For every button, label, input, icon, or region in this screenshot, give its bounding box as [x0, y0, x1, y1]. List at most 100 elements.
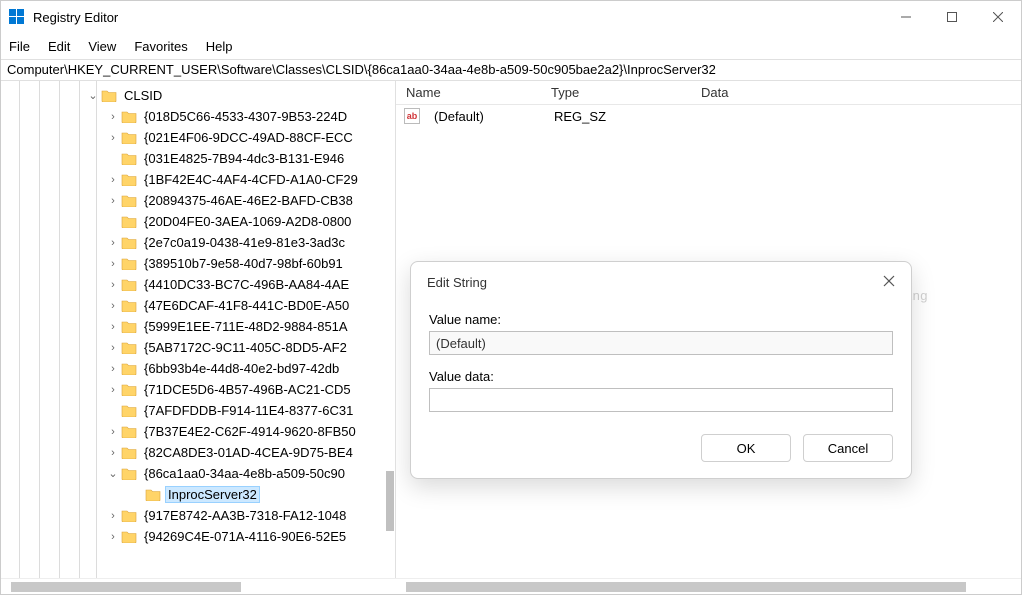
- folder-icon: [121, 362, 137, 375]
- list-cell-name: (Default): [424, 109, 544, 124]
- address-bar[interactable]: Computer\HKEY_CURRENT_USER\Software\Clas…: [1, 59, 1021, 81]
- tree-item[interactable]: ⌄CLSID: [1, 85, 395, 106]
- value-name-input[interactable]: [429, 331, 893, 355]
- folder-icon: [145, 488, 161, 501]
- list-hscroll[interactable]: [396, 579, 1021, 594]
- close-button[interactable]: [975, 1, 1021, 33]
- chevron-right-icon[interactable]: ›: [105, 111, 121, 123]
- tree-item-label: {20D04FE0-3AEA-1069-A2D8-0800: [141, 213, 354, 230]
- tree-item[interactable]: › {94269C4E-071A-4116-90E6-52E5: [1, 526, 395, 547]
- tree-item-label: {6bb93b4e-44d8-40e2-bd97-42db: [141, 360, 342, 377]
- maximize-button[interactable]: [929, 1, 975, 33]
- chevron-right-icon[interactable]: ›: [105, 279, 121, 291]
- chevron-right-icon[interactable]: ›: [105, 510, 121, 522]
- tree-item-label: {018D5C66-4533-4307-9B53-224D: [141, 108, 350, 125]
- chevron-right-icon[interactable]: ›: [105, 195, 121, 207]
- chevron-right-icon[interactable]: ›: [105, 384, 121, 396]
- chevron-right-icon[interactable]: ›: [105, 258, 121, 270]
- tree-item-label: {389510b7-9e58-40d7-98bf-60b91: [141, 255, 346, 272]
- folder-icon: [121, 341, 137, 354]
- tree-item[interactable]: {031E4825-7B94-4dc3-B131-E946: [1, 148, 395, 169]
- tree-item[interactable]: › {6bb93b4e-44d8-40e2-bd97-42db: [1, 358, 395, 379]
- chevron-right-icon[interactable]: ›: [105, 426, 121, 438]
- folder-icon: [121, 257, 137, 270]
- tree-item-label: {71DCE5D6-4B57-496B-AC21-CD5: [141, 381, 354, 398]
- chevron-right-icon[interactable]: ›: [105, 447, 121, 459]
- tree-item[interactable]: ⌄{86ca1aa0-34aa-4e8b-a509-50c90: [1, 463, 395, 484]
- folder-icon: [121, 509, 137, 522]
- folder-icon: [121, 110, 137, 123]
- tree-item[interactable]: › {389510b7-9e58-40d7-98bf-60b91: [1, 253, 395, 274]
- window-title: Registry Editor: [33, 10, 118, 25]
- chevron-right-icon[interactable]: ›: [105, 321, 121, 333]
- dialog-titlebar: Edit String: [411, 262, 911, 302]
- menu-help[interactable]: Help: [206, 39, 233, 54]
- cancel-button[interactable]: Cancel: [803, 434, 893, 462]
- tree-item[interactable]: › {2e7c0a19-0438-41e9-81e3-3ad3c: [1, 232, 395, 253]
- tree-item-label: {94269C4E-071A-4116-90E6-52E5: [141, 528, 349, 545]
- menu-view[interactable]: View: [88, 39, 116, 54]
- tree-pane: ⌄CLSID › {018D5C66-4533-4307-9B53-224D › {02…: [1, 81, 396, 578]
- folder-icon: [121, 236, 137, 249]
- tree-item[interactable]: › {20894375-46AE-46E2-BAFD-CB38: [1, 190, 395, 211]
- tree-item[interactable]: › {018D5C66-4533-4307-9B53-224D: [1, 106, 395, 127]
- chevron-right-icon[interactable]: ›: [105, 363, 121, 375]
- chevron-down-icon[interactable]: ⌄: [85, 89, 101, 102]
- tree-item[interactable]: › {021E4F06-9DCC-49AD-88CF-ECC: [1, 127, 395, 148]
- col-data[interactable]: Data: [691, 85, 1021, 100]
- chevron-right-icon[interactable]: ›: [105, 237, 121, 249]
- folder-icon: [121, 425, 137, 438]
- tree-item[interactable]: ›{1BF42E4C-4AF4-4CFD-A1A0-CF29: [1, 169, 395, 190]
- window-controls: [883, 1, 1021, 33]
- menu-edit[interactable]: Edit: [48, 39, 70, 54]
- tree-item[interactable]: ›{5AB7172C-9C11-405C-8DD5-AF2: [1, 337, 395, 358]
- list-cell-type: REG_SZ: [544, 109, 694, 124]
- chevron-right-icon[interactable]: ›: [105, 342, 121, 354]
- tree-item-label: {47E6DCAF-41F8-441C-BD0E-A50: [141, 297, 352, 314]
- tree-item[interactable]: › {47E6DCAF-41F8-441C-BD0E-A50: [1, 295, 395, 316]
- col-name[interactable]: Name: [396, 85, 541, 100]
- tree-item-label: {20894375-46AE-46E2-BAFD-CB38: [141, 192, 356, 209]
- titlebar: Registry Editor: [1, 1, 1021, 33]
- tree-item-label: {4410DC33-BC7C-496B-AA84-4AE: [141, 276, 352, 293]
- chevron-right-icon[interactable]: ›: [105, 132, 121, 144]
- chevron-right-icon[interactable]: ›: [105, 174, 121, 186]
- folder-icon: [121, 215, 137, 228]
- folder-icon: [121, 446, 137, 459]
- menu-file[interactable]: File: [9, 39, 30, 54]
- tree-item-label: {82CA8DE3-01AD-4CEA-9D75-BE4: [141, 444, 356, 461]
- main-area: ⌄CLSID › {018D5C66-4533-4307-9B53-224D › {02…: [1, 81, 1021, 578]
- tree-item[interactable]: › {4410DC33-BC7C-496B-AA84-4AE: [1, 274, 395, 295]
- tree-item-label: {021E4F06-9DCC-49AD-88CF-ECC: [141, 129, 356, 146]
- folder-icon: [121, 467, 137, 480]
- tree-item[interactable]: {7AFDFDDB-F914-11E4-8377-6C31: [1, 400, 395, 421]
- list-header: Name Type Data: [396, 81, 1021, 105]
- minimize-button[interactable]: [883, 1, 929, 33]
- dialog-close-button[interactable]: [883, 275, 895, 290]
- value-data-input[interactable]: [429, 388, 893, 412]
- tree-item[interactable]: ›{917E8742-AA3B-7318-FA12-1048: [1, 505, 395, 526]
- folder-icon: [121, 194, 137, 207]
- tree-vscroll-thumb[interactable]: [386, 471, 394, 531]
- chevron-down-icon[interactable]: ⌄: [105, 467, 121, 480]
- chevron-right-icon[interactable]: ›: [105, 531, 121, 543]
- col-type[interactable]: Type: [541, 85, 691, 100]
- list-row[interactable]: ab (Default) REG_SZ: [396, 105, 1021, 127]
- app-icon: [9, 9, 25, 25]
- tree-hscroll[interactable]: [1, 579, 396, 594]
- tree-item[interactable]: › {82CA8DE3-01AD-4CEA-9D75-BE4: [1, 442, 395, 463]
- tree-item[interactable]: {20D04FE0-3AEA-1069-A2D8-0800: [1, 211, 395, 232]
- tree-item-label: {2e7c0a19-0438-41e9-81e3-3ad3c: [141, 234, 348, 251]
- tree-item-label: InprocServer32: [165, 486, 260, 503]
- tree-item[interactable]: ›{7B37E4E2-C62F-4914-9620-8FB50: [1, 421, 395, 442]
- folder-icon: [121, 320, 137, 333]
- folder-icon: [121, 131, 137, 144]
- folder-icon: [121, 530, 137, 543]
- ok-button[interactable]: OK: [701, 434, 791, 462]
- tree[interactable]: ⌄CLSID › {018D5C66-4533-4307-9B53-224D › {02…: [1, 81, 395, 547]
- menu-favorites[interactable]: Favorites: [134, 39, 187, 54]
- chevron-right-icon[interactable]: ›: [105, 300, 121, 312]
- tree-item[interactable]: ›{5999E1EE-711E-48D2-9884-851A: [1, 316, 395, 337]
- tree-item[interactable]: › {71DCE5D6-4B57-496B-AC21-CD5: [1, 379, 395, 400]
- tree-item[interactable]: InprocServer32: [1, 484, 395, 505]
